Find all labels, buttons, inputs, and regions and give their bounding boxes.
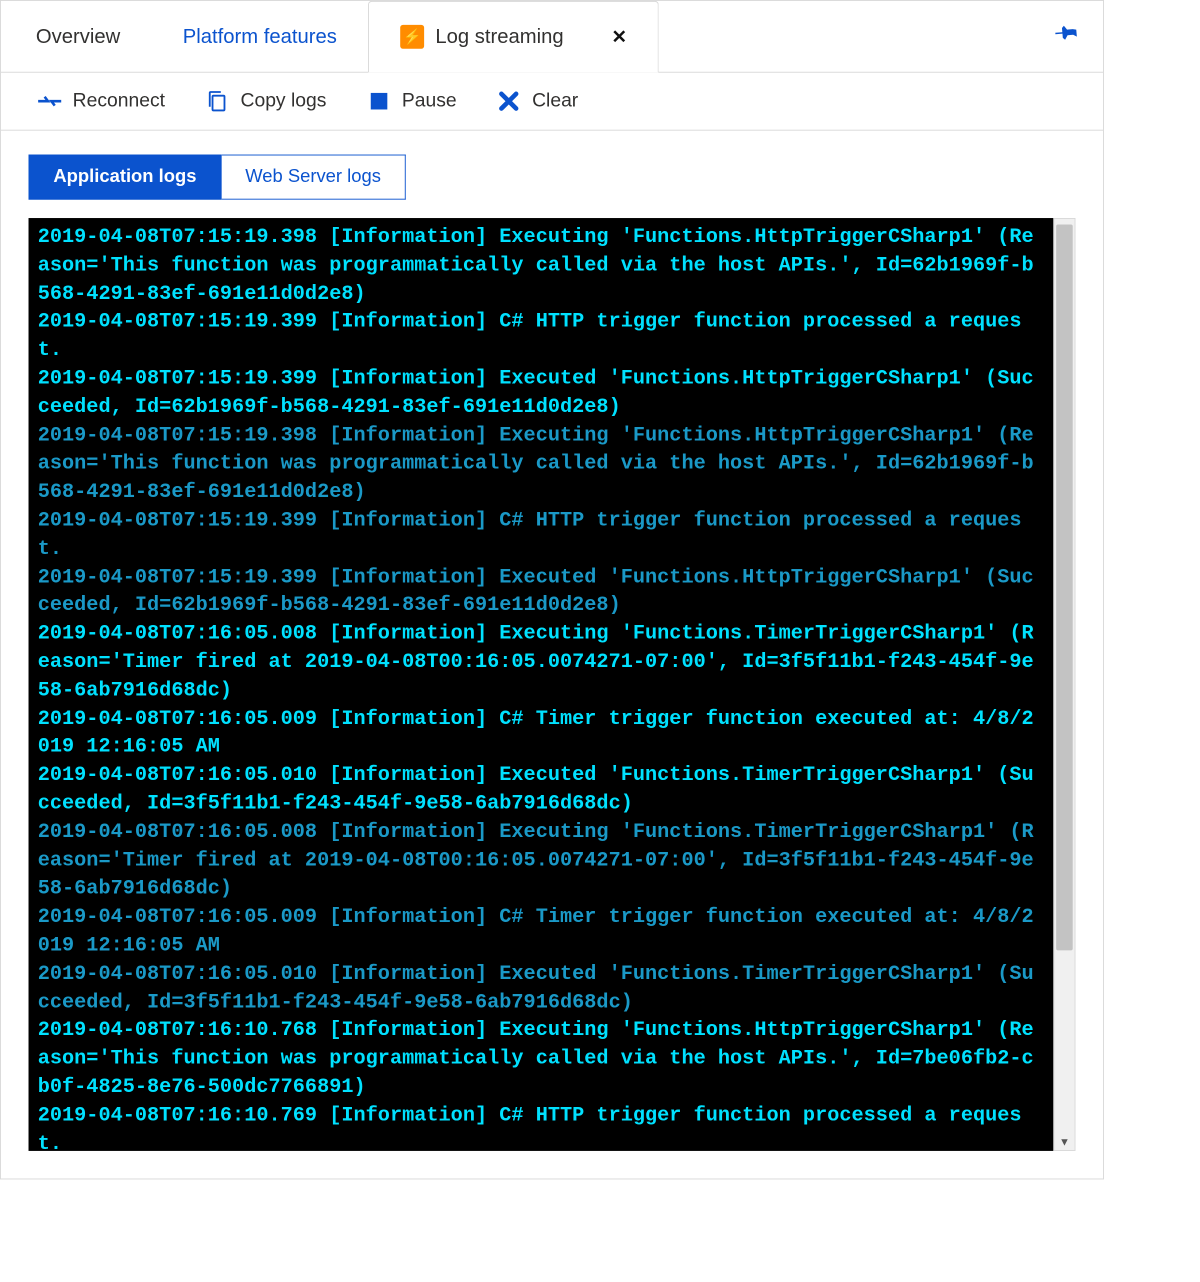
azure-functions-icon: ⚡ [400, 25, 424, 49]
clear-label: Clear [532, 90, 578, 112]
pause-icon [367, 89, 391, 113]
log-line: 2019-04-08T07:15:19.399 [Information] Ex… [38, 564, 1044, 621]
scrollbar[interactable]: ▼ [1053, 218, 1075, 1151]
tab-log-streaming[interactable]: ⚡ Log streaming ✕ [368, 1, 659, 73]
reconnect-icon [38, 89, 62, 113]
log-line: 2019-04-08T07:15:19.399 [Information] C#… [38, 309, 1044, 366]
tab-platform-label: Platform features [183, 24, 337, 48]
log-line: 2019-04-08T07:16:10.769 [Information] C#… [38, 1102, 1044, 1151]
tab-log-streaming-label: Log streaming [435, 25, 563, 49]
log-line: 2019-04-08T07:16:05.008 [Information] Ex… [38, 620, 1044, 705]
log-line: 2019-04-08T07:15:19.398 [Information] Ex… [38, 224, 1044, 309]
pin-area [1053, 1, 1103, 72]
toolbar: Reconnect Copy logs Pause Clear [1, 73, 1103, 131]
log-line: 2019-04-08T07:16:05.009 [Information] C#… [38, 904, 1044, 961]
log-line: 2019-04-08T07:15:19.398 [Information] Ex… [38, 422, 1044, 507]
pause-button[interactable]: Pause [367, 89, 457, 113]
console-wrap: 2019-04-08T07:15:19.398 [Information] Ex… [1, 200, 1103, 1179]
tab-platform-features[interactable]: Platform features [152, 1, 369, 72]
copy-label: Copy logs [240, 90, 326, 112]
tab-overview[interactable]: Overview [5, 1, 152, 72]
clear-icon [497, 89, 521, 113]
log-line: 2019-04-08T07:15:19.399 [Information] Ex… [38, 365, 1044, 422]
tab-overview-label: Overview [36, 24, 120, 48]
log-console[interactable]: 2019-04-08T07:15:19.398 [Information] Ex… [29, 218, 1054, 1151]
log-subtabs: Application logs Web Server logs [1, 131, 1103, 200]
copy-icon [206, 89, 230, 113]
close-icon[interactable]: ✕ [611, 25, 626, 48]
log-line: 2019-04-08T07:16:05.009 [Information] C#… [38, 705, 1044, 762]
pin-icon[interactable] [1046, 17, 1084, 56]
reconnect-label: Reconnect [73, 90, 165, 112]
copy-logs-button[interactable]: Copy logs [206, 89, 327, 113]
main-tabbar: Overview Platform features ⚡ Log streami… [1, 1, 1103, 73]
log-line: 2019-04-08T07:16:05.010 [Information] Ex… [38, 960, 1044, 1017]
log-line: 2019-04-08T07:15:19.399 [Information] C#… [38, 507, 1044, 564]
subtab-web-label: Web Server logs [245, 167, 381, 187]
clear-button[interactable]: Clear [497, 89, 578, 113]
log-line: 2019-04-08T07:16:05.010 [Information] Ex… [38, 762, 1044, 819]
subtab-application-logs[interactable]: Application logs [29, 155, 222, 200]
log-line: 2019-04-08T07:16:10.768 [Information] Ex… [38, 1017, 1044, 1102]
subtab-app-label: Application logs [53, 167, 196, 187]
scroll-thumb[interactable] [1056, 224, 1073, 950]
log-line: 2019-04-08T07:16:05.008 [Information] Ex… [38, 819, 1044, 904]
pause-label: Pause [402, 90, 457, 112]
scroll-down-icon[interactable]: ▼ [1054, 1135, 1074, 1148]
subtab-web-server-logs[interactable]: Web Server logs [221, 155, 405, 200]
reconnect-button[interactable]: Reconnect [38, 89, 165, 113]
